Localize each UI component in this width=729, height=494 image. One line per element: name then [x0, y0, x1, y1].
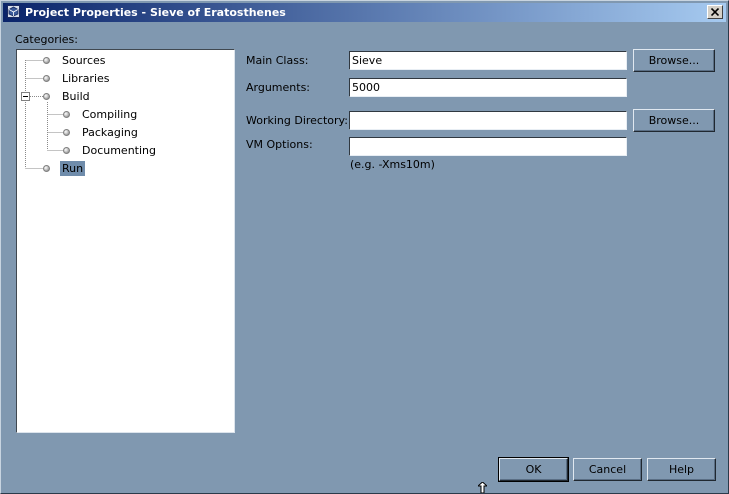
tree-item-build[interactable]: Build — [60, 89, 92, 104]
main-class-browse-button[interactable]: Browse... — [633, 49, 715, 72]
main-class-input[interactable] — [349, 51, 627, 70]
sources-node-icon — [43, 57, 50, 64]
vm-options-hint: (e.g. -Xms10m) — [350, 158, 435, 171]
categories-tree[interactable]: Sources Libraries Build Compiling Packag… — [16, 49, 235, 433]
tree-item-documenting[interactable]: Documenting — [80, 143, 158, 158]
tree-item-sources[interactable]: Sources — [60, 53, 108, 68]
tree-item-compiling[interactable]: Compiling — [80, 107, 139, 122]
build-collapse-toggle[interactable] — [21, 92, 30, 101]
tree-item-packaging[interactable]: Packaging — [80, 125, 140, 140]
main-class-label: Main Class: — [246, 54, 309, 67]
close-button[interactable] — [707, 5, 723, 19]
window-title: Project Properties - Sieve of Eratosthen… — [25, 6, 286, 19]
working-directory-label: Working Directory: — [246, 114, 348, 127]
vm-options-label: VM Options: — [246, 138, 313, 151]
project-properties-dialog: Project Properties - Sieve of Eratosthen… — [0, 0, 729, 494]
working-directory-input[interactable] — [349, 111, 627, 130]
categories-label: Categories: — [15, 33, 78, 46]
tree-item-run[interactable]: Run — [60, 161, 86, 176]
arguments-label: Arguments: — [246, 81, 311, 94]
working-directory-browse-button[interactable]: Browse... — [633, 109, 715, 132]
vm-options-input[interactable] — [349, 137, 627, 156]
title-bar[interactable]: Project Properties - Sieve of Eratosthen… — [3, 3, 726, 22]
tree-item-libraries[interactable]: Libraries — [60, 71, 112, 86]
libraries-node-icon — [43, 75, 50, 82]
help-button[interactable]: Help — [647, 458, 716, 481]
close-icon — [711, 8, 719, 16]
packaging-node-icon — [63, 129, 70, 136]
cancel-button[interactable]: Cancel — [573, 458, 642, 481]
documenting-node-icon — [63, 147, 70, 154]
build-node-icon — [43, 93, 50, 100]
arguments-input[interactable] — [349, 78, 627, 97]
ok-button[interactable]: OK — [498, 457, 569, 482]
compiling-node-icon — [63, 111, 70, 118]
resize-cursor-icon — [478, 482, 487, 493]
app-icon — [7, 5, 20, 18]
run-node-icon — [43, 165, 50, 172]
